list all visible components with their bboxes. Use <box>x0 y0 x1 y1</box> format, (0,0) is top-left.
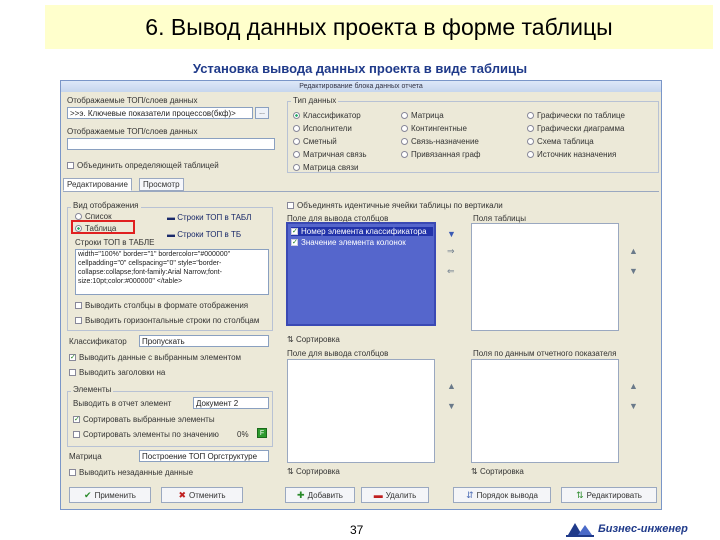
tog-label: Строки ТОП в ТАБЛЕ <box>75 238 155 247</box>
matrix-label: Матрица <box>69 452 102 461</box>
elements-group-label: Элементы <box>71 385 114 394</box>
output-group-label: Вид отображения <box>71 201 141 210</box>
add-button[interactable]: ✚ Добавить <box>285 487 355 503</box>
highlight-box <box>71 220 135 234</box>
type-source-assign[interactable]: Источник назначения <box>527 150 616 159</box>
move-up-icon[interactable]: ▲ <box>629 246 638 256</box>
rows-checkbox[interactable]: Выводить горизонтальные строки по столбц… <box>75 316 259 325</box>
plus-icon: ✚ <box>297 489 305 500</box>
right-list2-label: Поля по данным отчетного показателя <box>473 349 617 358</box>
title-banner: 6. Вывод данных проекта в форме таблицы <box>45 5 713 49</box>
move-right-icon[interactable]: ⇒ <box>447 246 455 257</box>
type-link-assign[interactable]: Связь-назначение <box>401 137 479 146</box>
sort-value-checkbox[interactable]: Сортировать элементы по значению <box>73 430 219 439</box>
type-matrix-links[interactable]: Матрица связи <box>293 163 359 172</box>
type-bound-graph[interactable]: Привязанная граф <box>401 150 481 159</box>
move-up-icon-2[interactable]: ▲ <box>447 381 456 391</box>
tab-divider <box>63 191 659 192</box>
output-order-button[interactable]: ⇵ Порядок вывода <box>453 487 551 503</box>
title-checkbox[interactable]: Выводить заголовки на <box>69 368 165 377</box>
type-classifier[interactable]: Классификатор <box>293 111 361 120</box>
merge-cols-checkbox[interactable]: Объединять идентичные ячейки таблицы по … <box>287 201 503 210</box>
move-down-icon[interactable]: ▼ <box>629 266 638 276</box>
right-listbox-2[interactable] <box>471 359 619 463</box>
row-tog2-label[interactable]: ▬ Строки ТОП в ТБ <box>167 230 241 239</box>
slide: 6. Вывод данных проекта в форме таблицы … <box>0 0 720 540</box>
object-field-2[interactable] <box>67 138 275 150</box>
repeat-checkbox[interactable]: ✓ Выводить данные с выбранным элементом <box>69 353 241 362</box>
sort-selected-checkbox[interactable]: ✓ Сортировать выбранные элементы <box>73 415 215 424</box>
slide-title: 6. Вывод данных проекта в форме таблицы <box>145 13 613 40</box>
dialog-title: Редактирование блока данных отчета <box>61 81 661 92</box>
merge-checkbox[interactable]: Объединить определяющей таблицей <box>67 161 219 170</box>
sel-item-number[interactable]: ✓ Номер элемента классификатора <box>291 227 433 236</box>
sel-item-value[interactable]: ✓ Значение элемента колонок <box>291 238 406 247</box>
edit-icon: ⇅ <box>576 489 584 500</box>
slide-subtitle: Установка вывода данных проекта в виде т… <box>192 61 528 76</box>
sort-button[interactable]: ⇅ Сортировка <box>287 335 340 344</box>
object-field[interactable]: >>э. Ключевые показатели процессов(бкф)> <box>67 107 253 119</box>
columns-selected-listbox[interactable]: ✓ Номер элемента классификатора ✓ Значение… <box>286 222 436 326</box>
check-icon: ✔ <box>84 489 92 500</box>
brand-name: Бизнес-инженер <box>598 523 688 535</box>
sort-field-label: Классификатор <box>69 337 127 346</box>
object-browse-button[interactable]: ... <box>255 107 269 119</box>
type-contingent[interactable]: Контингентные <box>401 124 467 133</box>
cancel-button[interactable]: ✖ Отменить <box>161 487 243 503</box>
apply-icon[interactable]: F <box>257 428 267 438</box>
type-group-label: Тип данных <box>291 96 339 105</box>
type-estimate[interactable]: Сметный <box>293 137 337 146</box>
brand-logo-icon <box>566 521 594 537</box>
tab-preview[interactable]: Просмотр <box>139 178 184 191</box>
sort-button-2[interactable]: ⇅ Сортировка <box>287 467 340 476</box>
merge-checkbox-label: Объединить определяющей таблицей <box>77 161 219 170</box>
objects-label: Отображаемые ТОП/слоев данных <box>67 96 198 105</box>
code-textarea[interactable]: width="100%" border="1" bordercolor="#00… <box>75 249 269 295</box>
empty-checkbox[interactable]: Выводить незаданные данные <box>69 468 193 477</box>
move-up-icon-3[interactable]: ▲ <box>629 381 638 391</box>
row-tog-label[interactable]: ▬ Строки ТОП в ТАБЛ <box>167 213 251 222</box>
cross-icon: ✖ <box>178 489 186 500</box>
tab-edit[interactable]: Редактирование <box>63 178 132 191</box>
filter-icon[interactable]: ▼ <box>447 229 456 239</box>
order-icon: ⇵ <box>466 489 474 500</box>
matrix-field[interactable]: Построение ТОП Оргструктуре <box>139 450 269 462</box>
percent-label: 0% <box>237 430 249 439</box>
type-matrix-link[interactable]: Матричная связь <box>293 150 367 159</box>
type-matrix[interactable]: Матрица <box>401 111 444 120</box>
move-left-icon[interactable]: ⇐ <box>447 266 455 277</box>
sort-button-3[interactable]: ⇅ Сортировка <box>471 467 524 476</box>
apply-button[interactable]: ✔ Применить <box>69 487 151 503</box>
page-number: 37 <box>350 523 364 537</box>
type-graphic-diagram[interactable]: Графически диаграмма <box>527 124 625 133</box>
minus-icon: ▬ <box>373 490 383 500</box>
type-executors[interactable]: Исполнители <box>293 124 352 133</box>
move-down-icon-2[interactable]: ▼ <box>447 401 456 411</box>
show-label: Выводить в отчет элемент <box>73 399 172 408</box>
edit-button[interactable]: ⇅ Редактировать <box>561 487 657 503</box>
right-list-label: Поля таблицы <box>473 214 526 223</box>
type-schema-table[interactable]: Схема таблица <box>527 137 594 146</box>
objects-label-2: Отображаемые ТОП/слоев данных <box>67 127 198 136</box>
left-list2-label: Поле для вывода столбцов <box>287 349 389 358</box>
show-field[interactable]: Документ 2 <box>193 397 269 409</box>
delete-button[interactable]: ▬ Удалить <box>361 487 429 503</box>
move-down-icon-3[interactable]: ▼ <box>629 401 638 411</box>
cols-checkbox[interactable]: Выводить столбцы в формате отображения <box>75 301 248 310</box>
type-graphic-table[interactable]: Графически по таблице <box>527 111 625 120</box>
left-listbox-2[interactable] <box>287 359 435 463</box>
brand-logo: Бизнес-инженер <box>566 521 688 537</box>
fields-listbox[interactable] <box>471 223 619 331</box>
sort-field[interactable]: Пропускать <box>139 335 269 347</box>
